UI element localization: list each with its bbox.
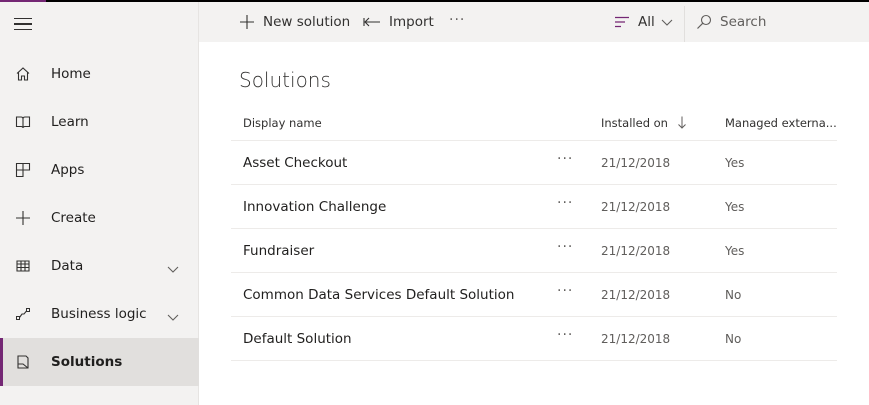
installed-on-label: Installed on: [601, 116, 668, 130]
managed-value: Yes: [725, 156, 745, 170]
row-more-icon[interactable]: ···: [557, 151, 573, 167]
table-row[interactable]: Default Solution ··· 21/12/2018 No: [231, 317, 837, 361]
table-row[interactable]: Innovation Challenge ··· 21/12/2018 Yes: [231, 185, 837, 229]
search-input[interactable]: Search: [696, 2, 866, 42]
sidebar-item-data[interactable]: Data: [0, 242, 199, 290]
solutions-table: Display name Installed on Managed extern…: [231, 103, 837, 361]
sidebar-item-business-logic[interactable]: Business logic: [0, 290, 199, 338]
table-row[interactable]: Fundraiser ··· 21/12/2018 Yes: [231, 229, 837, 273]
sort-descending-icon: [677, 116, 686, 129]
managed-value: Yes: [725, 244, 745, 258]
search-icon: [697, 14, 712, 29]
hamburger-menu-icon[interactable]: [14, 18, 32, 32]
sidebar-item-label: Business logic: [51, 306, 147, 322]
chevron-down-icon: [661, 19, 673, 26]
sidebar-item-label: Learn: [51, 114, 89, 130]
solutions-icon: [14, 353, 32, 371]
import-arrow-icon: [363, 17, 380, 27]
book-icon: [14, 113, 32, 131]
apps-icon: [14, 161, 32, 179]
home-icon: [14, 65, 32, 83]
column-header-managed-externally[interactable]: Managed externa...: [725, 116, 837, 130]
page-title: Solutions: [239, 68, 331, 92]
new-solution-button[interactable]: New solution: [239, 2, 350, 42]
command-bar: New solution Import ··· All Search: [199, 2, 869, 42]
plus-icon: [14, 209, 32, 227]
row-more-icon[interactable]: ···: [557, 195, 573, 211]
managed-value: No: [725, 332, 742, 346]
view-filter-dropdown[interactable]: All: [614, 2, 673, 42]
filter-lines-icon: [615, 16, 629, 28]
managed-value: Yes: [725, 200, 745, 214]
table-row[interactable]: Asset Checkout ··· 21/12/2018 Yes: [231, 141, 837, 185]
sidebar-item-solutions[interactable]: Solutions: [0, 338, 199, 386]
column-header-display-name[interactable]: Display name: [243, 116, 322, 130]
sidebar-item-label: Create: [51, 210, 96, 226]
solution-name[interactable]: Fundraiser: [243, 243, 314, 259]
sidebar: Home Learn Apps Create Data Business log…: [0, 2, 199, 405]
sidebar-item-learn[interactable]: Learn: [0, 98, 199, 146]
sidebar-item-label: Data: [51, 258, 84, 274]
table-header: Display name Installed on Managed extern…: [231, 103, 837, 141]
flow-icon: [14, 305, 32, 323]
plus-icon: [240, 15, 254, 29]
installed-date: 21/12/2018: [601, 156, 671, 170]
row-more-icon[interactable]: ···: [557, 283, 573, 299]
table-row[interactable]: Common Data Services Default Solution ··…: [231, 273, 837, 317]
installed-date: 21/12/2018: [601, 244, 671, 258]
installed-date: 21/12/2018: [601, 200, 671, 214]
managed-value: No: [725, 288, 742, 302]
search-placeholder: Search: [720, 14, 767, 30]
solution-name[interactable]: Common Data Services Default Solution: [243, 287, 514, 303]
sidebar-item-label: Apps: [51, 162, 85, 178]
sidebar-item-apps[interactable]: Apps: [0, 146, 199, 194]
import-button[interactable]: Import: [363, 2, 434, 42]
more-commands-icon[interactable]: ···: [449, 12, 465, 28]
sidebar-item-label: Solutions: [51, 354, 123, 370]
sidebar-item-home[interactable]: Home: [0, 50, 199, 98]
solution-name[interactable]: Innovation Challenge: [243, 199, 386, 215]
installed-date: 21/12/2018: [601, 332, 671, 346]
solution-name[interactable]: Asset Checkout: [243, 155, 347, 171]
new-solution-label: New solution: [263, 14, 351, 30]
sidebar-item-create[interactable]: Create: [0, 194, 199, 242]
chevron-down-icon[interactable]: [167, 260, 179, 273]
column-header-installed-on[interactable]: Installed on: [601, 116, 687, 130]
chevron-down-icon[interactable]: [167, 308, 179, 321]
filter-label: All: [638, 14, 655, 30]
sidebar-item-label: Home: [51, 66, 91, 82]
solution-name[interactable]: Default Solution: [243, 331, 352, 347]
divider: [684, 6, 685, 42]
installed-date: 21/12/2018: [601, 288, 671, 302]
import-label: Import: [389, 14, 434, 30]
row-more-icon[interactable]: ···: [557, 239, 573, 255]
row-more-icon[interactable]: ···: [557, 327, 573, 343]
table-icon: [14, 257, 32, 275]
